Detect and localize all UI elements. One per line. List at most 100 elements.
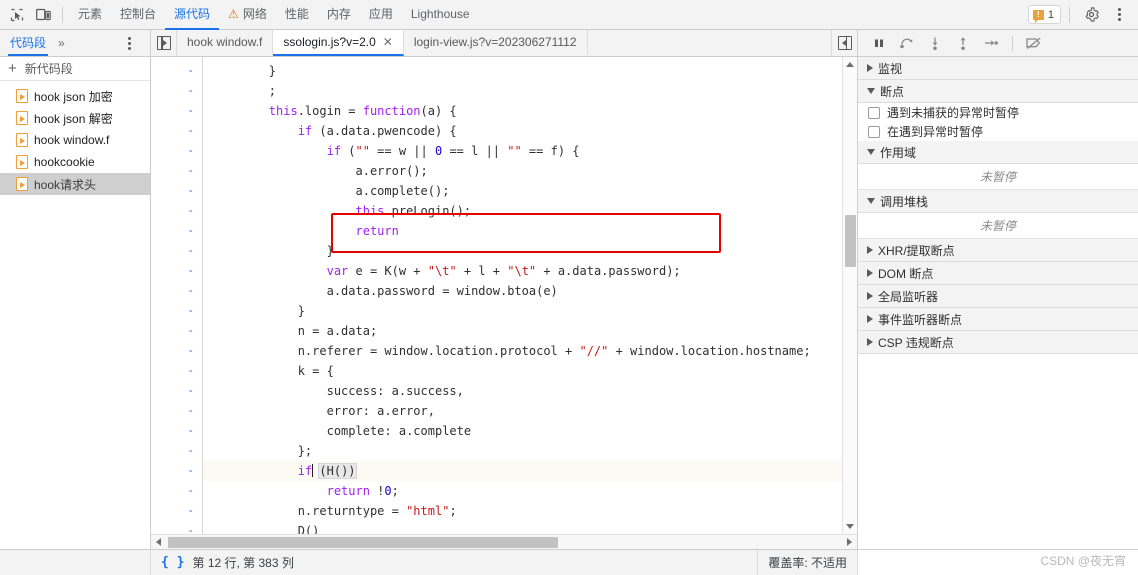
scroll-left-arrow[interactable] [151,538,166,546]
panel-tab-network[interactable]: ⚠ 网络 [219,0,276,30]
code-line: return [355,224,399,238]
checkbox-row-pause-exceptions[interactable]: 在遇到异常时暂停 [858,122,1138,141]
code-editor[interactable]: - - - - - - - - - - - - - - - - - - - - … [151,57,857,534]
section-label: 作用域 [880,145,917,160]
step-icon[interactable] [980,32,1002,54]
section-label: 调用堆栈 [880,194,929,209]
panel-tab-console[interactable]: 控制台 [111,0,165,30]
line-marker: - [187,84,194,97]
debugger-toolbar-divider [1012,35,1013,51]
line-marker: - [187,484,194,497]
code-line: this.login = function(a) { [268,104,457,118]
close-icon[interactable]: ✕ [383,35,393,49]
line-marker: - [187,384,194,397]
editor-vertical-scrollbar[interactable] [842,57,857,534]
vertical-scroll-thumb[interactable] [845,215,856,267]
inspect-element-icon[interactable] [4,2,30,28]
code-content[interactable]: } ; this.login = function(a) { if (a.dat… [203,57,857,534]
panel-tab-lighthouse[interactable]: Lighthouse [402,0,479,30]
editor-horizontal-scrollbar[interactable] [151,534,857,549]
editor-panel: hook window.f ssologin.js?v=2.0 ✕ login-… [151,30,858,549]
editor-tab-hook-window-f[interactable]: hook window.f [177,30,274,56]
editor-tabbar-right [831,30,857,56]
status-bar-left-spacer [0,550,151,575]
scroll-right-arrow[interactable] [842,538,857,546]
snippet-label: hook window.f [34,133,110,147]
section-label: XHR/提取断点 [878,243,955,258]
snippet-file-icon [16,155,28,169]
coverage-label: 覆盖率: 不适用 [768,556,847,570]
deactivate-breakpoints-icon[interactable] [1023,32,1045,54]
line-marker: - [187,464,194,477]
panel-tab-elements[interactable]: 元素 [69,0,111,30]
section-header-breakpoints[interactable]: 断点 [858,80,1138,103]
new-snippet-label: 新代码段 [24,62,73,76]
step-over-icon[interactable] [896,32,918,54]
checkbox-row-pause-uncaught[interactable]: 遇到未捕获的异常时暂停 [858,103,1138,122]
code-line: } [211,244,334,258]
step-into-icon[interactable] [924,32,946,54]
chevron-down-icon [867,198,875,204]
code-line: var e = K(w + "\t" + l + "\t" + a.data.p… [326,264,681,278]
section-header-event-listener-breakpoints[interactable]: 事件监听器断点 [858,308,1138,331]
panel-tab-memory[interactable]: 内存 [318,0,360,30]
navigator-tab-snippets[interactable]: 代码段 [8,30,49,56]
panel-tab-label: 性能 [284,7,309,21]
section-header-dom-breakpoints[interactable]: DOM 断点 [858,262,1138,285]
snippet-label: hookcookie [34,155,95,169]
line-marker: - [187,424,194,437]
editor-tab-login-view[interactable]: login-view.js?v=202306271112 [403,30,588,56]
pause-icon[interactable] [868,32,890,54]
snippet-file-icon [16,177,28,191]
checkbox-label: 遇到未捕获的异常时暂停 [887,106,1020,120]
panel-tab-application[interactable]: 应用 [360,0,402,30]
chevron-down-icon [867,149,875,155]
pretty-print-button[interactable]: { } [161,555,184,570]
panel-toggle-glyph [156,36,171,50]
issues-badge[interactable]: ! 1 [1027,5,1061,24]
panel-tab-label: Lighthouse [410,6,470,21]
section-header-csp-violation-breakpoints[interactable]: CSP 违规断点 [858,331,1138,354]
code-line: n = a.data; [211,324,378,338]
line-marker: - [187,364,194,377]
panel-tab-sources[interactable]: 源代码 [165,0,220,30]
list-item[interactable]: hook window.f [0,129,150,151]
checkbox[interactable] [868,125,880,138]
editor-gutter: - - - - - - - - - - - - - - - - - - - - … [151,57,203,534]
new-snippet-button[interactable]: + 新代码段 [0,57,150,81]
kebab-menu-icon[interactable] [1106,2,1132,28]
list-item[interactable]: hookcookie [0,151,150,173]
editor-tab-label: ssologin.js?v=2.0 [283,35,376,49]
list-item-selected[interactable]: hook请求头 [0,173,150,195]
horizontal-scroll-thumb[interactable] [168,537,558,548]
scroll-down-arrow[interactable] [843,519,857,534]
list-item[interactable]: hook json 解密 [0,107,150,129]
list-item[interactable]: hook json 加密 [0,85,150,107]
step-out-icon[interactable] [952,32,974,54]
navigator-more-tabs-icon[interactable]: » [58,36,65,50]
section-header-xhr-breakpoints[interactable]: XHR/提取断点 [858,239,1138,262]
line-marker: - [187,344,194,357]
section-header-call-stack[interactable]: 调用堆栈 [858,190,1138,213]
panel-tab-performance[interactable]: 性能 [276,0,318,30]
warning-triangle-icon: ⚠ [228,6,239,21]
toolbar-right-group: ! 1 [1027,2,1132,28]
scroll-up-arrow[interactable] [843,57,857,72]
gear-icon[interactable] [1078,2,1104,28]
show-navigator-icon[interactable] [151,30,177,56]
navigator-menu-icon[interactable] [116,30,142,56]
coverage-status[interactable]: 覆盖率: 不适用 [757,550,858,575]
show-debugger-sidebar-icon[interactable] [831,30,857,56]
snippet-label: hook请求头 [34,177,97,192]
device-toolbar-icon[interactable] [30,2,56,28]
cursor-position-label: 第 12 行, 第 383 列 [192,556,294,570]
section-header-watch[interactable]: 监视 [858,57,1138,80]
panel-tab-label: 网络 [242,7,267,21]
chevron-down-icon [867,88,875,94]
section-header-scope[interactable]: 作用域 [858,141,1138,164]
code-line: complete: a.complete [211,424,472,438]
line-marker: - [187,224,194,237]
section-header-global-listeners[interactable]: 全局监听器 [858,285,1138,308]
editor-tab-ssologin[interactable]: ssologin.js?v=2.0 ✕ [273,30,404,56]
checkbox[interactable] [868,106,880,119]
